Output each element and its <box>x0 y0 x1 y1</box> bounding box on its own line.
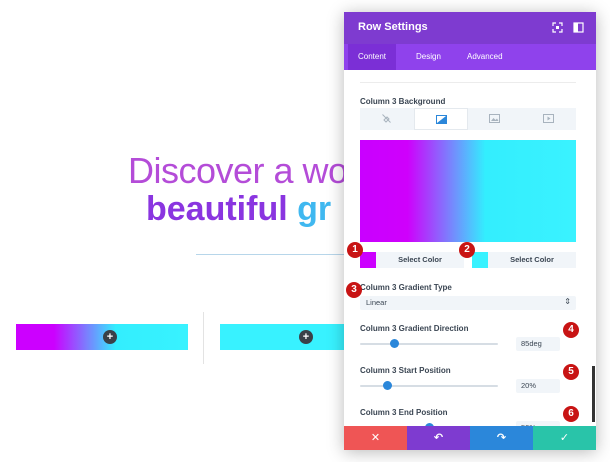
select-color-label-2[interactable]: Select Color <box>488 252 576 268</box>
tab-design[interactable]: Design <box>406 44 451 70</box>
background-tab-none[interactable] <box>360 108 414 130</box>
background-tab-video[interactable] <box>522 108 576 130</box>
video-icon <box>543 114 554 123</box>
image-icon <box>489 114 500 123</box>
start-position-label: Column 3 Start Position <box>360 366 451 375</box>
undo-button[interactable]: ↶ <box>407 426 470 450</box>
modal-tabs: Content Design Advanced <box>344 44 596 70</box>
sidebar-toggle-icon[interactable] <box>573 22 584 33</box>
column-2-background[interactable] <box>220 324 344 350</box>
gradient-preview <box>360 140 576 242</box>
row-settings-modal: Row Settings Content Design Advanced Col… <box>344 12 596 450</box>
color-swatch-1[interactable] <box>360 252 376 268</box>
background-type-tabs <box>360 108 576 130</box>
column-1-gradient[interactable] <box>16 324 188 350</box>
color-swatch-2[interactable] <box>472 252 488 268</box>
hero-word-partial: gr <box>297 190 332 228</box>
gradient-type-value: Linear <box>366 298 387 307</box>
hero-heading-line1: Discover a wo <box>128 150 348 191</box>
hero-word-beautiful: beautiful <box>146 190 288 228</box>
gradient-direction-slider[interactable] <box>360 343 498 345</box>
tab-advanced[interactable]: Advanced <box>457 44 513 70</box>
gradient-icon <box>436 115 447 124</box>
background-tab-image[interactable] <box>468 108 522 130</box>
section-divider <box>196 254 344 255</box>
section-divider <box>360 82 576 83</box>
fullscreen-icon[interactable] <box>552 22 563 33</box>
no-color-icon <box>382 114 391 123</box>
annotation-marker-4: 4 <box>563 322 579 338</box>
start-position-slider-handle[interactable] <box>383 381 393 390</box>
color-picker-2[interactable]: Select Color <box>472 252 576 268</box>
start-position-slider[interactable] <box>360 385 498 387</box>
modal-footer: ✕ ↶ ↷ ✓ <box>344 426 596 450</box>
page-canvas: Discover a wo beautiful gr + + Row Setti… <box>0 0 610 462</box>
gradient-type-label: Column 3 Gradient Type <box>360 283 452 292</box>
annotation-marker-5: 5 <box>563 364 579 380</box>
gradient-direction-slider-handle[interactable] <box>390 339 399 348</box>
add-module-button-col2[interactable]: + <box>299 330 313 344</box>
redo-button[interactable]: ↷ <box>470 426 533 450</box>
select-color-label-1[interactable]: Select Color <box>376 252 464 268</box>
modal-title: Row Settings <box>358 21 428 33</box>
end-position-label: Column 3 End Position <box>360 408 448 417</box>
annotation-marker-1: 1 <box>347 242 363 258</box>
modal-header: Row Settings <box>344 12 596 44</box>
gradient-direction-label: Column 3 Gradient Direction <box>360 324 469 333</box>
tab-content[interactable]: Content <box>348 44 397 70</box>
background-tab-gradient[interactable] <box>414 108 468 130</box>
hero-heading-line2: beautiful gr <box>146 190 331 229</box>
gradient-type-select[interactable]: Linear ⇕ <box>360 296 576 310</box>
color-picker-1[interactable]: Select Color <box>360 252 464 268</box>
background-label: Column 3 Background <box>360 97 446 106</box>
column-separator <box>203 312 204 364</box>
save-button[interactable]: ✓ <box>533 426 596 450</box>
gradient-direction-input[interactable]: 85deg <box>516 337 560 351</box>
annotation-marker-3: 3 <box>346 282 362 298</box>
modal-scrollbar[interactable] <box>592 366 595 422</box>
add-module-button-col1[interactable]: + <box>103 330 117 344</box>
start-position-input[interactable]: 20% <box>516 379 560 393</box>
cancel-button[interactable]: ✕ <box>344 426 407 450</box>
annotation-marker-6: 6 <box>563 406 579 422</box>
annotation-marker-2: 2 <box>459 242 475 258</box>
select-arrows-icon: ⇕ <box>564 297 571 306</box>
